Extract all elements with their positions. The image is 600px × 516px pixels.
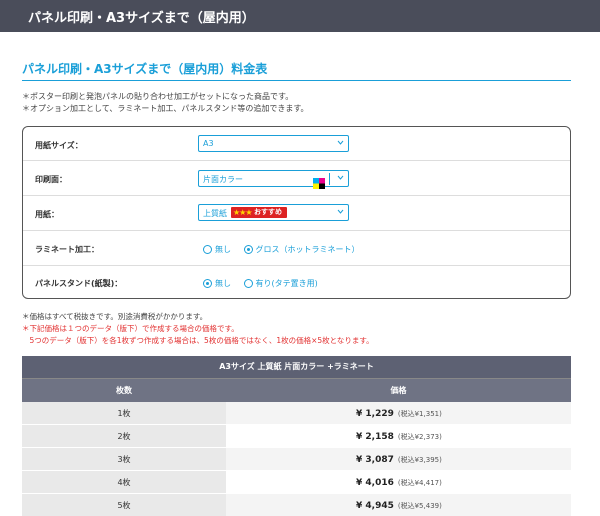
print-side-select[interactable]: 片面カラー bbox=[198, 170, 349, 189]
form-row-paper: 用紙： 上質紙 ★★★ おすすめ bbox=[23, 196, 570, 231]
form-row-paper-size: 用紙サイズ： A3 bbox=[23, 127, 570, 161]
stand-option-vertical[interactable]: 有り(タテ置き用) bbox=[243, 278, 318, 289]
paper-size-value: A3 bbox=[203, 139, 214, 148]
section-divider bbox=[22, 80, 571, 81]
radio-label: 無し bbox=[215, 245, 231, 254]
product-note: ＊ポスター印刷と発泡パネルの貼り合わせ加工がセットになった商品です。 bbox=[22, 92, 294, 101]
paper-select[interactable]: 上質紙 ★★★ おすすめ bbox=[198, 204, 349, 221]
qty-cell: 2枚 bbox=[22, 425, 226, 447]
price-tax-included: (税込¥4,417) bbox=[397, 479, 442, 487]
price-tax-included: (税込¥3,395) bbox=[397, 456, 442, 464]
laminate-option-gloss[interactable]: グロス（ホットラミネート） bbox=[243, 244, 360, 255]
price-cell: ¥ 3,087 (税込¥3,395) bbox=[226, 448, 571, 470]
price-cell: ¥ 4,016 (税込¥4,417) bbox=[226, 471, 571, 493]
options-form: 用紙サイズ： A3 印刷面： 片面カラー 用紙： 上質紙 ★★★ おすすめ ラミ… bbox=[22, 126, 571, 299]
price-note-data: ＊下記価格は１つのデータ（版下）で作成する場合の価格です。 bbox=[22, 324, 239, 333]
price-cell: ¥ 1,229 (税込¥1,351) bbox=[226, 402, 571, 424]
cmyk-color-icon bbox=[313, 174, 325, 189]
recommended-badge-text: おすすめ bbox=[254, 208, 282, 216]
print-side-label: 印刷面： bbox=[35, 175, 67, 184]
qty-cell: 3枚 bbox=[22, 448, 226, 470]
price-value: ¥ 2,158 bbox=[356, 432, 394, 442]
laminate-option-none[interactable]: 無し bbox=[203, 244, 231, 255]
price-note-tax: ＊価格はすべて税抜きです。別途消費税がかかります。 bbox=[22, 312, 208, 321]
form-row-print-side: 印刷面： 片面カラー bbox=[23, 161, 570, 196]
price-cell: ¥ 2,158 (税込¥2,373) bbox=[226, 425, 571, 447]
select-separator bbox=[329, 173, 330, 185]
stand-label: パネルスタンド(紙製)： bbox=[35, 279, 123, 288]
product-notes: ＊ポスター印刷と発泡パネルの貼り合わせ加工がセットになった商品です。 ＊オプショ… bbox=[22, 91, 309, 115]
paper-label: 用紙： bbox=[35, 210, 59, 219]
page-header-title: パネル印刷・A3サイズまで（屋内用） bbox=[28, 11, 255, 26]
chevron-down-icon bbox=[337, 139, 344, 146]
price-value: ¥ 1,229 bbox=[356, 409, 394, 419]
top-header-bar: パネル印刷・A3サイズまで（屋内用） bbox=[0, 0, 600, 32]
qty-cell: 4枚 bbox=[22, 471, 226, 493]
paper-value: 上質紙 bbox=[203, 209, 227, 218]
price-tax-included: (税込¥5,439) bbox=[397, 502, 442, 510]
star-icon: ★★★ bbox=[233, 208, 252, 217]
product-note: ＊オプション加工として、ラミネート加工、パネルスタンド等の追加できます。 bbox=[22, 104, 309, 113]
radio-label: グロス（ホットラミネート） bbox=[255, 245, 360, 254]
table-row[interactable]: 4枚 ¥ 4,016 (税込¥4,417) bbox=[22, 471, 571, 494]
table-row[interactable]: 1枚 ¥ 1,229 (税込¥1,351) bbox=[22, 402, 571, 425]
price-value: ¥ 3,087 bbox=[356, 455, 394, 465]
price-notes: ＊価格はすべて税抜きです。別途消費税がかかります。 ＊下記価格は１つのデータ（版… bbox=[22, 311, 374, 347]
price-note-multi: 5つのデータ（版下）を各1枚ずつ作成する場合は、5枚の価格ではなく、1枚の価格×… bbox=[22, 336, 374, 345]
header-price: 価格 bbox=[390, 386, 407, 395]
print-side-value: 片面カラー bbox=[203, 175, 243, 184]
qty-cell: 1枚 bbox=[22, 402, 226, 424]
qty-cell: 5枚 bbox=[22, 494, 226, 516]
radio-icon bbox=[243, 279, 253, 288]
paper-size-label: 用紙サイズ： bbox=[35, 141, 83, 150]
radio-selected-icon bbox=[243, 245, 253, 254]
price-tax-included: (税込¥2,373) bbox=[397, 433, 442, 441]
stand-radio-group: 無し 有り(タテ置き用) bbox=[203, 278, 328, 290]
price-value: ¥ 4,016 bbox=[356, 478, 394, 488]
header-qty: 枚数 bbox=[116, 386, 132, 395]
radio-icon bbox=[203, 245, 212, 254]
table-row[interactable]: 2枚 ¥ 2,158 (税込¥2,373) bbox=[22, 425, 571, 448]
section-title: パネル印刷・A3サイズまで（屋内用）料金表 bbox=[22, 62, 268, 76]
radio-label: 有り(タテ置き用) bbox=[255, 279, 318, 288]
stand-option-none[interactable]: 無し bbox=[203, 278, 231, 289]
laminate-radio-group: 無し グロス（ホットラミネート） bbox=[203, 244, 370, 256]
chevron-down-icon bbox=[337, 208, 344, 215]
price-table: A3サイズ 上質紙 片面カラー +ラミネート 枚数 価格 1枚 ¥ 1,229(… bbox=[22, 356, 571, 516]
paper-size-select[interactable]: A3 bbox=[198, 135, 349, 152]
table-body: 1枚 ¥ 1,229 (税込¥1,351) 2枚 ¥ 2,158 (税込¥2,373… bbox=[22, 402, 571, 516]
chevron-down-icon bbox=[337, 174, 344, 181]
price-tax-included: (税込¥1,351) bbox=[397, 410, 442, 418]
form-row-laminate: ラミネート加工： 無し グロス（ホットラミネート） bbox=[23, 231, 570, 266]
radio-selected-icon bbox=[203, 279, 212, 288]
form-row-stand: パネルスタンド(紙製)： 無し 有り(タテ置き用) bbox=[23, 266, 570, 299]
radio-label: 無し bbox=[215, 279, 231, 288]
recommended-badge: ★★★ おすすめ bbox=[231, 207, 287, 218]
price-value: ¥ 4,945 bbox=[356, 501, 394, 511]
table-row[interactable]: 3枚 ¥ 3,087 (税込¥3,395) bbox=[22, 448, 571, 471]
laminate-label: ラミネート加工： bbox=[35, 245, 99, 254]
table-title: A3サイズ 上質紙 片面カラー +ラミネート bbox=[22, 356, 571, 378]
table-header: 枚数 価格 bbox=[22, 378, 571, 402]
price-cell: ¥ 4,945 (税込¥5,439) bbox=[226, 494, 571, 516]
table-row[interactable]: 5枚 ¥ 4,945 (税込¥5,439) bbox=[22, 494, 571, 516]
